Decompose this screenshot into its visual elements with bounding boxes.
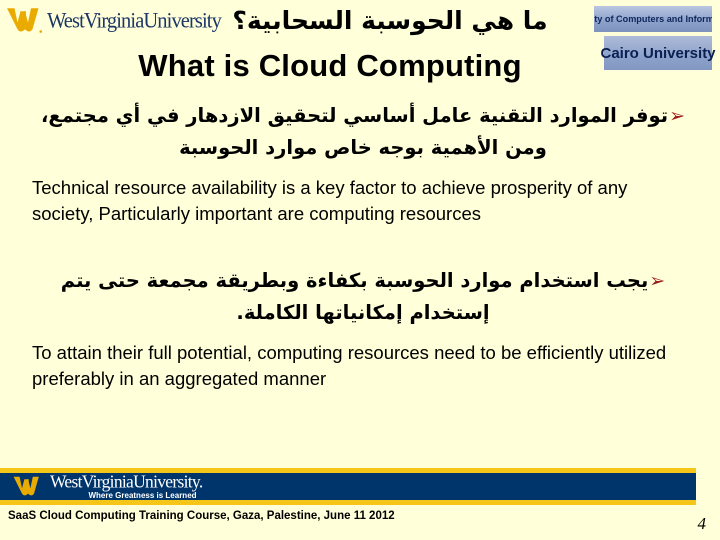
wvu-flying-wv-icon [13,476,39,495]
wvu-flying-wv-icon [7,8,43,33]
bullet-paragraph-arabic-2: ➢يجب استخدام موارد الحوسبة بكفاءة وبطريق… [24,265,702,328]
slide-content-body: ➢توفر الموارد التقنية عامل أساسي لتحقيق … [0,100,720,450]
footer-wordmark-group: WestVirginiaUniversity. Where Greatness … [50,470,203,500]
cairo-faculty-band: Faculty of Computers and Information [594,6,712,32]
page-title-english: What is Cloud Computing [138,48,522,83]
west-virginia-university-footer-logo: WestVirginiaUniversity. Where Greatness … [0,468,696,505]
bullet-arrow-icon: ➢ [669,105,685,127]
bullet-paragraph-arabic-1: ➢توفر الموارد التقنية عامل أساسي لتحقيق … [24,100,702,163]
slide-header: WestVirginiaUniversity ما هي الحوسبة الس… [0,0,720,96]
cairo-university-band: Cairo University [600,36,716,70]
bullet-paragraph-english-2: To attain their full potential, computin… [32,342,667,389]
cairo-university-logo: Faculty of Computers and Information Cai… [594,6,716,72]
gold-stripe-bottom [0,500,696,505]
bullet-arrow-icon: ➢ [649,270,666,292]
footer-caption: SaaS Cloud Computing Training Course, Ga… [8,510,395,522]
navy-footer-bar: WestVirginiaUniversity. Where Greatness … [0,470,696,500]
bullet-text-arabic-1: توفر الموارد التقنية عامل أساسي لتحقيق ا… [41,104,669,159]
cairo-faculty-text: Faculty of Computers and Information [594,13,712,25]
wvu-tagline: Where Greatness is Learned [88,490,197,500]
bullet-paragraph-english-1: Technical resource availability is a key… [32,177,628,224]
page-title-arabic: ما هي الحوسبة السحابية؟ [232,6,548,35]
west-virginia-university-logo: WestVirginiaUniversity [6,4,222,38]
wvu-wordmark: WestVirginiaUniversity. [50,470,203,492]
cairo-university-text: Cairo University [600,44,716,62]
page-number: 4 [697,514,707,533]
bullet-text-arabic-2: يجب استخدام موارد الحوسبة بكفاءة وبطريقة… [60,269,649,324]
